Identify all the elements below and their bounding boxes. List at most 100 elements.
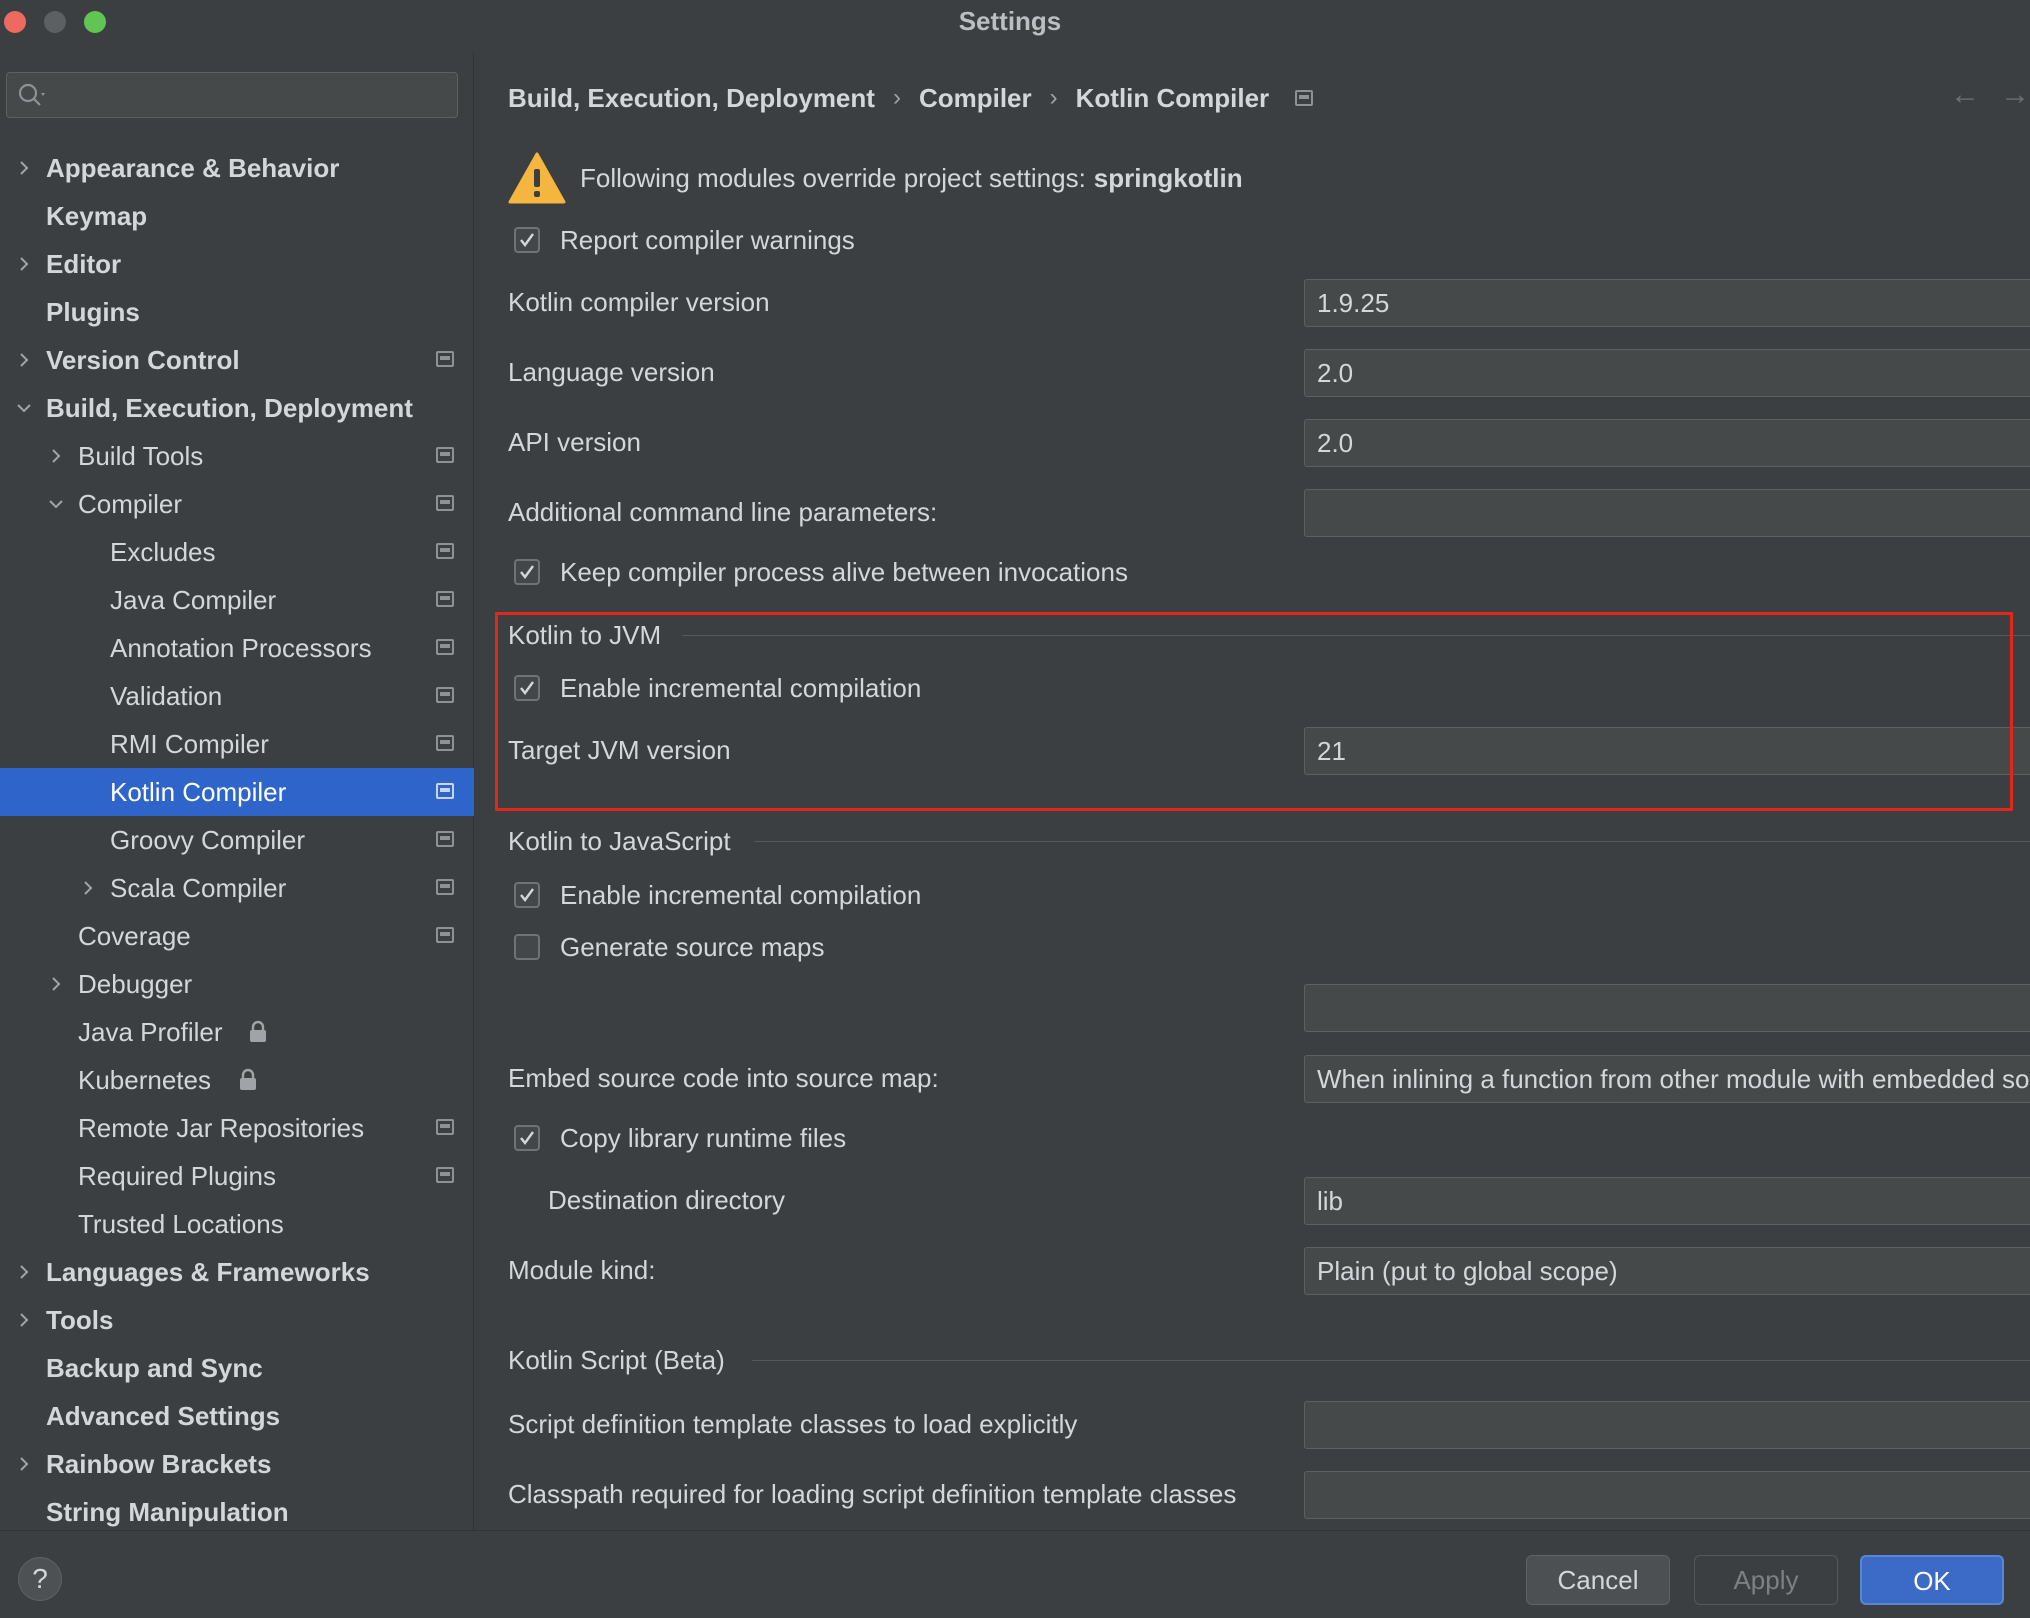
api-version-label: API version: [508, 427, 641, 457]
js-incremental-label: Enable incremental compilation: [560, 879, 922, 910]
sidebar-item-label: Java Profiler: [78, 1017, 223, 1047]
sidebar-item-kotlin-compiler[interactable]: Kotlin Compiler: [0, 768, 474, 816]
breadcrumb-item[interactable]: Compiler: [919, 83, 1032, 114]
chevron-down-icon[interactable]: [14, 384, 34, 432]
chevron-right-icon[interactable]: [78, 864, 98, 912]
project-settings-icon: [436, 687, 454, 703]
report-warnings-checkbox[interactable]: [514, 227, 540, 253]
search-icon: [18, 83, 45, 106]
compiler-version-label: Kotlin compiler version: [508, 287, 770, 317]
sidebar-item-scala-compiler[interactable]: Scala Compiler: [0, 864, 474, 912]
js-section-title: Kotlin to JavaScript: [508, 826, 731, 856]
sidebar-item-coverage[interactable]: Coverage: [0, 912, 474, 960]
sidebar-item-label: Rainbow Brackets: [46, 1449, 272, 1479]
search-input[interactable]: [51, 73, 451, 117]
compiler-version-select[interactable]: 1.9.25: [1304, 279, 2030, 327]
sidebar-item-plugins[interactable]: Plugins: [0, 288, 474, 336]
chevron-right-icon[interactable]: [14, 240, 34, 288]
additional-params-input[interactable]: [1304, 489, 2030, 537]
ok-button[interactable]: OK: [1860, 1555, 2004, 1605]
sidebar-item-label: Backup and Sync: [46, 1353, 263, 1383]
cancel-button[interactable]: Cancel: [1526, 1555, 1670, 1605]
project-settings-icon: [1295, 90, 1314, 106]
sidebar-item-java-profiler[interactable]: Java Profiler: [0, 1008, 474, 1056]
chevron-right-icon[interactable]: [14, 1248, 34, 1296]
breadcrumb: Build, Execution, Deployment › Compiler …: [508, 78, 1314, 118]
sidebar-item-version-control[interactable]: Version Control: [0, 336, 474, 384]
js-incremental-checkbox[interactable]: [514, 882, 540, 908]
copy-runtime-row: Copy library runtime files: [508, 1114, 846, 1162]
forward-arrow-icon[interactable]: →: [2000, 78, 2030, 112]
sidebar-item-build-tools[interactable]: Build Tools: [0, 432, 474, 480]
back-arrow-icon[interactable]: ←: [1950, 78, 1980, 112]
classpath-input[interactable]: [1304, 1471, 2030, 1519]
chevron-right-icon[interactable]: [46, 432, 66, 480]
destination-dir-input[interactable]: lib: [1304, 1177, 2030, 1225]
help-button[interactable]: ?: [18, 1557, 62, 1601]
api-version-select[interactable]: 2.0: [1304, 419, 2030, 467]
project-settings-icon: [436, 543, 454, 559]
sidebar-item-string-manipulation[interactable]: String Manipulation: [0, 1488, 474, 1536]
sidebar-item-label: Build Tools: [78, 441, 204, 471]
destination-dir-label: Destination directory: [548, 1185, 785, 1215]
sidebar-item-excludes[interactable]: Excludes: [0, 528, 474, 576]
embed-source-select[interactable]: When inlining a function from other modu…: [1304, 1055, 2030, 1103]
sidebar-item-kubernetes[interactable]: Kubernetes: [0, 1056, 474, 1104]
report-warnings-label: Report compiler warnings: [560, 224, 855, 255]
sidebar-item-label: Kotlin Compiler: [110, 777, 287, 807]
sidebar-item-label: Kubernetes: [78, 1065, 211, 1095]
chevron-right-icon[interactable]: [14, 144, 34, 192]
sidebar-item-label: Scala Compiler: [110, 873, 287, 903]
sidebar-item-editor[interactable]: Editor: [0, 240, 474, 288]
chevron-right-icon[interactable]: [14, 1440, 34, 1488]
sidebar-item-backup-and-sync[interactable]: Backup and Sync: [0, 1344, 474, 1392]
sidebar-item-groovy-compiler[interactable]: Groovy Compiler: [0, 816, 474, 864]
sidebar-item-trusted-locations[interactable]: Trusted Locations: [0, 1200, 474, 1248]
apply-button[interactable]: Apply: [1694, 1555, 1838, 1605]
sidebar-item-advanced-settings[interactable]: Advanced Settings: [0, 1392, 474, 1440]
sidebar-item-debugger[interactable]: Debugger: [0, 960, 474, 1008]
sidebar-item-label: String Manipulation: [46, 1497, 289, 1527]
search-box[interactable]: [6, 72, 458, 118]
template-classes-label: Script definition template classes to lo…: [508, 1409, 1078, 1439]
breadcrumb-item[interactable]: Build, Execution, Deployment: [508, 83, 875, 114]
language-version-select[interactable]: 2.0: [1304, 349, 2030, 397]
keep-alive-checkbox[interactable]: [514, 559, 540, 585]
additional-params-label: Additional command line parameters:: [508, 497, 938, 527]
project-settings-icon: [436, 879, 454, 895]
sidebar-item-tools[interactable]: Tools: [0, 1296, 474, 1344]
lock-icon: [240, 1068, 256, 1090]
module-kind-select[interactable]: Plain (put to global scope): [1304, 1247, 2030, 1295]
sidebar-item-label: Excludes: [110, 537, 216, 567]
breadcrumb-separator: ›: [892, 84, 901, 111]
copy-runtime-label: Copy library runtime files: [560, 1122, 847, 1153]
chevron-right-icon[interactable]: [14, 336, 34, 384]
language-version-label: Language version: [508, 357, 715, 387]
section-divider: [754, 841, 2030, 842]
sidebar-item-label: Coverage: [78, 921, 191, 951]
sidebar-item-rmi-compiler[interactable]: RMI Compiler: [0, 720, 474, 768]
sidebar-item-keymap[interactable]: Keymap: [0, 192, 474, 240]
sidebar-item-compiler[interactable]: Compiler: [0, 480, 474, 528]
chevron-right-icon[interactable]: [46, 960, 66, 1008]
project-settings-icon: [436, 1167, 454, 1183]
template-classes-input[interactable]: [1304, 1401, 2030, 1449]
sidebar-item-languages-frameworks[interactable]: Languages & Frameworks: [0, 1248, 474, 1296]
copy-runtime-checkbox[interactable]: [514, 1125, 540, 1151]
sidebar-item-build-execution-deployment[interactable]: Build, Execution, Deployment: [0, 384, 474, 432]
chevron-down-icon[interactable]: [46, 480, 66, 528]
sidebar-item-label: Editor: [46, 249, 122, 279]
sidebar-item-java-compiler[interactable]: Java Compiler: [0, 576, 474, 624]
sidebar-item-rainbow-brackets[interactable]: Rainbow Brackets: [0, 1440, 474, 1488]
sidebar-item-label: Plugins: [46, 297, 140, 327]
sidebar-item-validation[interactable]: Validation: [0, 672, 474, 720]
sidebar-item-required-plugins[interactable]: Required Plugins: [0, 1152, 474, 1200]
sidebar-item-annotation-processors[interactable]: Annotation Processors: [0, 624, 474, 672]
source-map-prefix-input[interactable]: [1304, 984, 2030, 1032]
chevron-right-icon[interactable]: [14, 1296, 34, 1344]
sidebar-item-remote-jar-repositories[interactable]: Remote Jar Repositories: [0, 1104, 474, 1152]
warning-icon: [508, 152, 566, 204]
source-maps-checkbox[interactable]: [514, 934, 540, 960]
sidebar-item-appearance-behavior[interactable]: Appearance & Behavior: [0, 144, 474, 192]
sidebar-item-label: Keymap: [46, 201, 148, 231]
